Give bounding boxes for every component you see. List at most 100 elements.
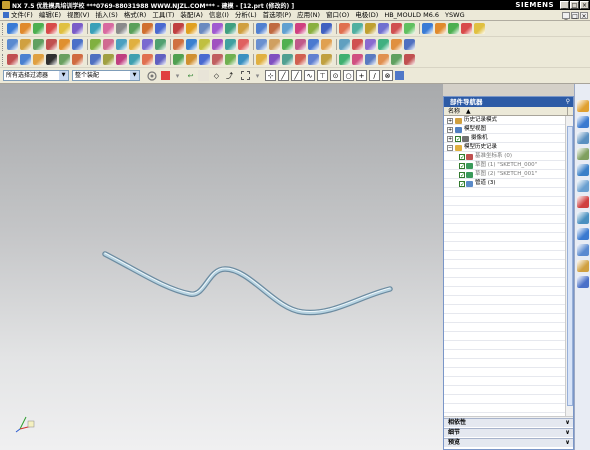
toolbar-tool-icon[interactable] (321, 39, 332, 50)
toolbar-tool-icon[interactable] (7, 23, 18, 34)
toolbar-tool-icon[interactable] (256, 23, 267, 34)
snap-arc-center-icon[interactable]: ⊙ (330, 70, 341, 81)
arrow-pick-icon[interactable]: ↩ (185, 70, 196, 81)
expand-icon[interactable]: + (447, 117, 453, 124)
menu-information[interactable]: 信息(I) (206, 10, 232, 21)
menu-hb-mould[interactable]: HB_MOULD M6.6 (381, 10, 442, 21)
close-button[interactable]: × (580, 1, 589, 9)
toolbar-tool-icon[interactable] (90, 23, 101, 34)
snap-point-icon[interactable]: + (356, 70, 367, 81)
toolbar-tool-icon[interactable] (129, 39, 140, 50)
dependencies-section[interactable]: 相依性 ∨ (444, 418, 573, 427)
toolbar-tool-icon[interactable] (225, 39, 236, 50)
toolbar-tool-icon[interactable] (422, 23, 433, 34)
toolbar-tool-icon[interactable] (269, 54, 280, 65)
collapse-icon[interactable]: − (447, 144, 453, 151)
expand-icon[interactable]: + (447, 126, 453, 133)
menu-electrode[interactable]: 电极(D) (352, 10, 381, 21)
resource-bar-tab-icon[interactable] (577, 164, 589, 176)
snap-perpendicular-icon[interactable]: / (369, 70, 380, 81)
tree-vertical-scrollbar[interactable] (565, 116, 573, 416)
toolbar-tool-icon[interactable] (212, 39, 223, 50)
toolbar-tool-icon[interactable] (7, 54, 18, 65)
tree-column-header[interactable]: 名称 ▲ (444, 107, 573, 116)
menu-window[interactable]: 窗口(O) (323, 10, 352, 21)
toolbar-tool-icon[interactable] (155, 23, 166, 34)
minimize-button[interactable]: _ (560, 1, 569, 9)
toolbar-tool-icon[interactable] (378, 39, 389, 50)
toolbar-tool-icon[interactable] (59, 23, 70, 34)
toolbar-tool-icon[interactable] (256, 39, 267, 50)
resource-bar-tab-icon[interactable] (577, 196, 589, 208)
resource-bar-tab-icon[interactable] (577, 260, 589, 272)
preview-section[interactable]: 预览 ∨ (444, 438, 573, 447)
toolbar-tool-icon[interactable] (199, 39, 210, 50)
doc-minimize-button[interactable]: _ (562, 11, 570, 20)
toolbar-tool-icon[interactable] (352, 54, 363, 65)
toolbar-tool-icon[interactable] (90, 54, 101, 65)
toolbar-tool-icon[interactable] (238, 23, 249, 34)
visibility-checkbox[interactable]: ✓ (459, 162, 465, 169)
toolbar-tool-icon[interactable] (435, 23, 446, 34)
toolbar-tool-icon[interactable] (365, 54, 376, 65)
toolbar-tool-icon[interactable] (448, 23, 459, 34)
expand-icon[interactable]: + (447, 135, 453, 142)
toolbar-tool-icon[interactable] (225, 54, 236, 65)
toolbar-tool-icon[interactable] (20, 54, 31, 65)
doc-restore-button[interactable]: □ (571, 11, 579, 20)
toolbar-tool-icon[interactable] (308, 39, 319, 50)
toolbar-tool-icon[interactable] (59, 39, 70, 50)
toolbar-tool-icon[interactable] (103, 39, 114, 50)
pin-icon[interactable]: ⚲ (566, 97, 570, 107)
toolbar-tool-icon[interactable] (295, 54, 306, 65)
toolbar-tool-icon[interactable] (20, 39, 31, 50)
toolbar-tool-icon[interactable] (269, 23, 280, 34)
tree-node[interactable]: ✓ 草图 (1) "SKETCH_000" (444, 161, 565, 170)
toolbar-tool-icon[interactable] (321, 23, 332, 34)
snap-endpoint-icon[interactable]: ⊹ (265, 70, 276, 81)
toolbar-tool-icon[interactable] (33, 39, 44, 50)
visibility-checkbox[interactable]: ✓ (459, 171, 465, 178)
menu-preferences[interactable]: 首选项(P) (260, 10, 295, 21)
scope-filter-select[interactable]: 整个装配 ▼ (72, 70, 140, 81)
tree-node[interactable]: + 历史记录模式 (444, 116, 565, 125)
toolbar-tool-icon[interactable] (404, 54, 415, 65)
body-select-icon[interactable] (198, 70, 209, 81)
toolbar-tool-icon[interactable] (72, 23, 83, 34)
toolbar-tool-icon[interactable] (238, 39, 249, 50)
toolbar-grip[interactable] (2, 53, 5, 66)
toolbar-tool-icon[interactable] (129, 23, 140, 34)
resource-bar-tab-icon[interactable] (577, 116, 589, 128)
snap-tangent-icon[interactable]: ∿ (304, 70, 315, 81)
resource-bar-tab-icon[interactable] (577, 228, 589, 240)
toolbar-tool-icon[interactable] (199, 54, 210, 65)
snap-intersection-icon[interactable]: ⊤ (317, 70, 328, 81)
toolbar-tool-icon[interactable] (212, 23, 223, 34)
toolbar-tool-icon[interactable] (173, 39, 184, 50)
resource-bar-tab-icon[interactable] (577, 132, 589, 144)
resource-bar-tab-icon[interactable] (577, 276, 589, 288)
rectangle-select-icon[interactable] (241, 71, 250, 80)
toolbar-tool-icon[interactable] (391, 39, 402, 50)
menu-view[interactable]: 视图(V) (64, 10, 93, 21)
resource-bar-tab-icon[interactable] (577, 212, 589, 224)
toolbar-tool-icon[interactable] (269, 39, 280, 50)
toolbar-tool-icon[interactable] (46, 39, 57, 50)
toolbar-tool-icon[interactable] (103, 23, 114, 34)
resource-bar-tab-icon[interactable] (577, 148, 589, 160)
toolbar-tool-icon[interactable] (103, 54, 114, 65)
menu-assemblies[interactable]: 装配(A) (177, 10, 206, 21)
toolbar-tool-icon[interactable] (339, 23, 350, 34)
toolbar-tool-icon[interactable] (72, 54, 83, 65)
menu-application[interactable]: 应用(N) (294, 10, 323, 21)
menu-format[interactable]: 格式(R) (121, 10, 150, 21)
toolbar-tool-icon[interactable] (142, 23, 153, 34)
toolbar-tool-icon[interactable] (142, 54, 153, 65)
resource-bar-tab-icon[interactable] (577, 244, 589, 256)
toolbar-tool-icon[interactable] (155, 54, 166, 65)
toolbar-tool-icon[interactable] (186, 54, 197, 65)
tree-node[interactable]: + ✓ 摄像机 (444, 134, 565, 143)
toolbar-tool-icon[interactable] (352, 39, 363, 50)
tree-node[interactable]: − 模型历史记录 (444, 143, 565, 152)
toolbar-tool-icon[interactable] (339, 39, 350, 50)
